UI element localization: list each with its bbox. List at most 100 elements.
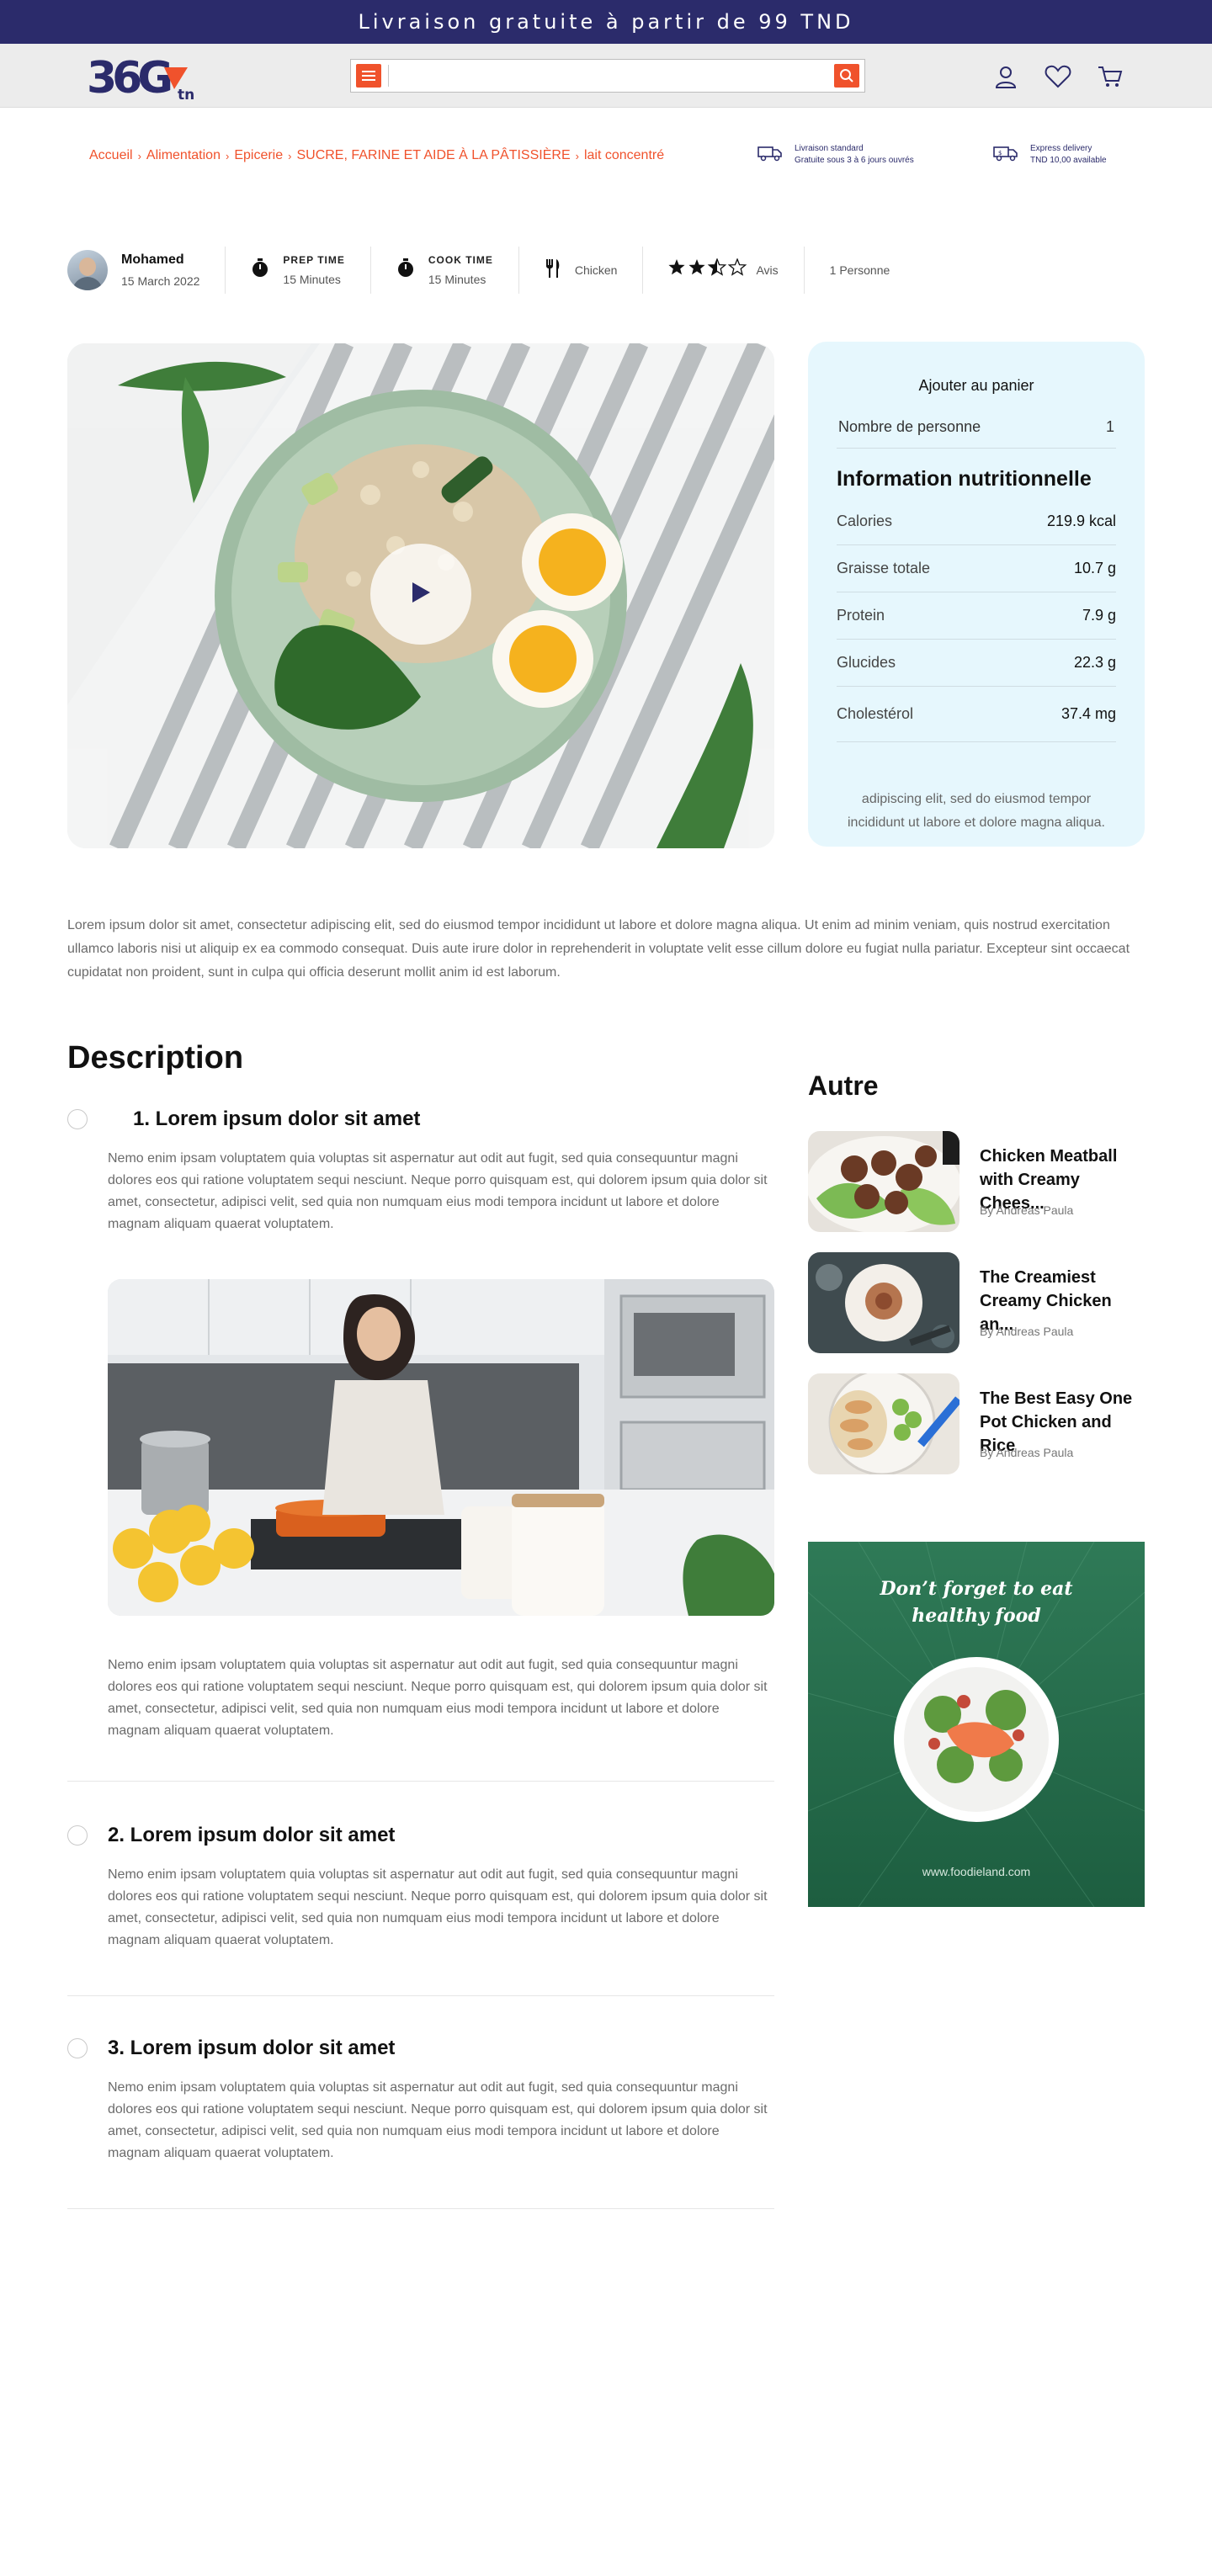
fork-knife-icon: [545, 258, 561, 283]
nutrition-card: Ajouter au panier Nombre de personne 1 I…: [808, 342, 1145, 847]
express-delivery-info: $ Express delivery TND 10,00 available: [993, 143, 1107, 167]
persons-label: 1 Personne: [829, 263, 890, 277]
related-recipe-card[interactable]: The Best Easy One Pot Chicken and Rice B…: [808, 1373, 1145, 1474]
cook-time-label: COOK TIME: [428, 254, 493, 266]
step-image: [108, 1279, 774, 1616]
timer-icon: [396, 258, 415, 283]
step-text: Nemo enim ipsam voluptatem quia voluptas…: [108, 1867, 768, 1947]
post-date: 15 March 2022: [121, 274, 200, 288]
author-name[interactable]: Mohamed: [121, 252, 199, 268]
step-text: Nemo enim ipsam voluptatem quia voluptas…: [108, 1658, 768, 1738]
step-2: 2. Lorem ipsum dolor sit amet Nemo enim …: [67, 1824, 774, 1996]
divider: [67, 2208, 774, 2209]
step-checkbox[interactable]: [67, 2038, 88, 2058]
heart-icon[interactable]: [1044, 62, 1072, 91]
recipe-card-author: By Andreas Paula: [980, 1203, 1074, 1217]
nutrition-key: Cholestérol: [837, 705, 914, 722]
cook-time-value: 15 Minutes: [428, 273, 486, 286]
star-empty-icon: [728, 258, 747, 276]
recipe-hero-image: [67, 343, 774, 848]
related-recipe-card[interactable]: The Creamiest Creamy Chicken an... By An…: [808, 1252, 1145, 1353]
persons-selector-label: Nombre de personne: [838, 418, 981, 435]
recipe-thumbnail[interactable]: [808, 1373, 960, 1474]
step-title: 1. Lorem ipsum dolor sit amet: [133, 1107, 421, 1130]
step-text: Nemo enim ipsam voluptatem quia voluptas…: [108, 1151, 768, 1231]
nutrition-row: Glucides 22.3 g: [837, 640, 1116, 687]
user-icon[interactable]: [991, 62, 1020, 91]
search-bar: [350, 59, 865, 93]
avatar[interactable]: [67, 250, 108, 290]
star-icon: [668, 259, 686, 275]
category-cell: Chicken: [519, 247, 644, 294]
header-actions: [991, 62, 1124, 91]
step-title: 2. Lorem ipsum dolor sit amet: [108, 1824, 396, 1846]
step-text: Nemo enim ipsam voluptatem quia voluptas…: [108, 2080, 768, 2160]
nutrition-key: Glucides: [837, 654, 896, 671]
nutrition-row: Graisse totale 10.7 g: [837, 545, 1116, 592]
promo-banner: Livraison gratuite à partir de 99 TND: [0, 0, 1212, 44]
divider: [67, 1995, 774, 1996]
persons-cell: 1 Personne: [805, 247, 916, 294]
rating-label[interactable]: Avis: [756, 263, 778, 277]
rating-stars[interactable]: [668, 258, 747, 282]
chevron-right-icon: ›: [137, 149, 141, 162]
chevron-right-icon: ›: [288, 149, 292, 162]
add-to-cart-button[interactable]: Ajouter au panier: [837, 377, 1116, 395]
prep-time-label: PREP TIME: [283, 254, 345, 266]
breadcrumb-home[interactable]: Accueil: [89, 148, 133, 163]
truck-icon: [758, 145, 783, 166]
nutrition-value: 37.4 mg: [1060, 705, 1116, 722]
menu-icon[interactable]: [356, 64, 381, 88]
intro-paragraph: Lorem ipsum dolor sit amet, consectetur …: [67, 918, 1130, 980]
nutrition-value: 10.7 g: [1073, 560, 1116, 576]
step-1: 1. Lorem ipsum dolor sit amet Nemo enim …: [67, 1107, 774, 1235]
chevron-right-icon: ›: [225, 149, 230, 162]
description-title: Description: [67, 1040, 244, 1076]
nutrition-row: Cholestérol 37.4 mg: [837, 687, 1116, 742]
search-input[interactable]: [389, 63, 834, 88]
category-label[interactable]: Chicken: [575, 263, 618, 277]
persons-selector-value[interactable]: 1: [1106, 418, 1114, 436]
ad-url[interactable]: www.foodieland.com: [808, 1865, 1145, 1878]
express-delivery-sub: TND 10,00 available: [1030, 156, 1107, 165]
video-play-button[interactable]: [370, 544, 471, 645]
cook-time-cell: COOK TIME 15 Minutes: [371, 247, 519, 294]
persons-selector[interactable]: Nombre de personne 1: [837, 418, 1116, 449]
recipe-thumbnail[interactable]: [808, 1131, 960, 1232]
cart-icon[interactable]: [1096, 62, 1124, 91]
step-1-continued: Nemo enim ipsam voluptatem quia voluptas…: [67, 1654, 774, 1782]
timer-icon: [251, 258, 269, 283]
step-checkbox[interactable]: [67, 1109, 88, 1129]
recipe-card-author: By Andreas Paula: [980, 1325, 1074, 1338]
standard-delivery-title: Livraison standard: [795, 144, 864, 153]
related-recipe-card[interactable]: Chicken Meatball with Creamy Chees... By…: [808, 1131, 1145, 1232]
breadcrumb-alimentation[interactable]: Alimentation: [146, 148, 221, 163]
svg-text:$: $: [998, 150, 1002, 157]
prep-time-cell: PREP TIME 15 Minutes: [226, 247, 371, 294]
author-cell: Mohamed 15 March 2022: [67, 247, 226, 294]
nutrition-value: 7.9 g: [1082, 607, 1116, 624]
recipe-thumbnail[interactable]: [808, 1252, 960, 1353]
nutrition-key: Protein: [837, 607, 885, 624]
chevron-right-icon: ›: [575, 149, 579, 162]
step-checkbox[interactable]: [67, 1825, 88, 1846]
standard-delivery-sub: Gratuite sous 3 à 6 jours ouvrés: [795, 156, 914, 165]
breadcrumb-row: Accueil › Alimentation › Epicerie › SUCR…: [0, 108, 1212, 210]
search-icon[interactable]: [834, 64, 859, 88]
nutrition-key: Graisse totale: [837, 560, 931, 576]
express-truck-icon: $: [993, 145, 1018, 166]
breadcrumb-sucre[interactable]: SUCRE, FARINE ET AIDE À LA PÂTISSIÈRE: [296, 148, 570, 163]
site-logo[interactable]: 36G tn: [87, 50, 196, 104]
divider: [67, 1781, 774, 1782]
rating-cell: Avis: [643, 247, 805, 294]
breadcrumb-current[interactable]: lait concentré: [584, 148, 664, 163]
ad-headline-line1: Don’t forget to eat: [880, 1578, 1073, 1600]
breadcrumb: Accueil › Alimentation › Epicerie › SUCR…: [89, 148, 664, 163]
breadcrumb-epicerie[interactable]: Epicerie: [234, 148, 283, 163]
ad-headline-line2: healthy food: [912, 1605, 1041, 1627]
nutrition-row: Calories 219.9 kcal: [837, 498, 1116, 545]
express-delivery-title: Express delivery: [1030, 144, 1092, 153]
promo-ad[interactable]: Don’t forget to eat healthy food www.foo…: [808, 1542, 1145, 1907]
ad-headline: Don’t forget to eat healthy food: [808, 1575, 1145, 1629]
standard-delivery-info: Livraison standard Gratuite sous 3 à 6 j…: [758, 143, 914, 167]
